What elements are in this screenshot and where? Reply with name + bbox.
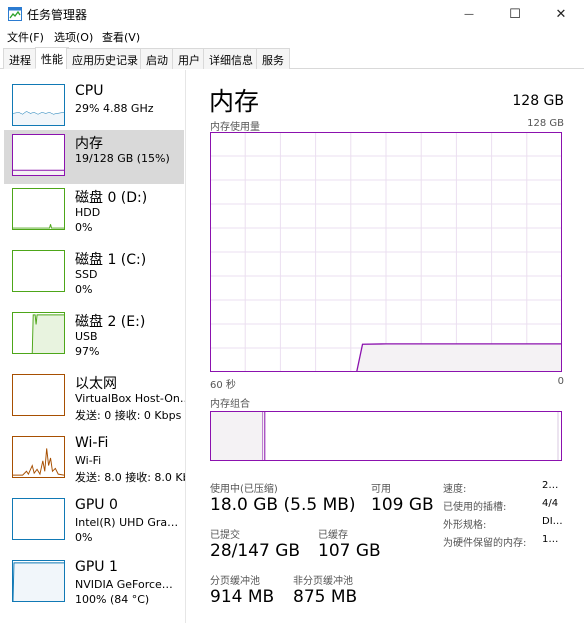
wifi-thumbnail [12,436,65,478]
available-label: 可用 [371,484,391,495]
close-button[interactable]: ✕ [538,0,584,28]
sidebar-item-disk-0[interactable]: 磁盘 0 (D:) HDD 0% [4,184,184,238]
sidebar-item-title: Wi-Fi [75,435,109,451]
paged-pool-value: 914 MB [210,587,275,607]
cached-value: 107 GB [318,541,381,561]
close-icon: ✕ [555,6,567,22]
tab-users[interactable]: 用户 [172,48,206,69]
maximize-icon: ☐ [509,6,521,22]
menu-options[interactable]: 选项(O) [54,29,93,45]
sidebar-item-subtitle: Intel(R) UHD Gra… [75,516,179,529]
tab-strip: 进程 性能 应用历史记录 启动 用户 详细信息 服务 [0,47,584,69]
nonpaged-pool-value: 875 MB [293,587,358,607]
resource-sidebar: CPU 29% 4.88 GHz 内存 19/128 GB (15%) 磁盘 0… [0,70,186,623]
memory-thumbnail [12,134,65,176]
sidebar-item-title: GPU 1 [75,559,118,575]
sidebar-item-value: 97% [75,345,100,358]
committed-label: 已提交 [210,530,240,541]
sidebar-item-subtitle: HDD [75,206,101,219]
in-use-value: 18.0 GB (5.5 MB) [210,495,356,515]
window-title: 任务管理器 [27,8,88,22]
sidebar-item-disk-1[interactable]: 磁盘 1 (C:) SSD 0% [4,246,184,300]
tab-processes[interactable]: 进程 [3,48,37,69]
sidebar-item-memory[interactable]: 内存 19/128 GB (15%) [4,130,184,184]
disk-0-thumbnail [12,188,65,230]
form-factor-value: DI… [542,516,563,527]
committed-value: 28/147 GB [210,541,301,561]
speed-label: 速度: [443,484,467,495]
disk-1-thumbnail [12,250,65,292]
gpu-0-thumbnail [12,498,65,540]
sidebar-item-value: 发送: 8.0 接收: 8.0 Kbps [75,471,185,484]
minimize-icon: — [464,8,474,20]
minimize-button[interactable]: — [446,0,492,28]
gpu-1-thumbnail [12,560,65,602]
speed-value: 2… [542,480,559,491]
menu-file[interactable]: 文件(F) [7,29,44,45]
sidebar-item-wifi[interactable]: Wi-Fi Wi-Fi 发送: 8.0 接收: 8.0 Kbps [4,432,185,486]
sidebar-item-subtitle: USB [75,330,98,343]
memory-usage-chart [210,132,562,372]
sidebar-item-subtitle: Wi-Fi [75,454,102,467]
composition-in-use [210,411,263,461]
page-title: 内存 [209,87,260,116]
composition-label: 内存组合 [210,399,250,410]
task-manager-icon [8,7,22,21]
available-value: 109 GB [371,495,434,515]
sidebar-item-title: 磁盘 0 (D:) [75,190,148,206]
memory-composition-bar [210,411,562,461]
chart-max-label: 128 GB [527,118,564,129]
sidebar-item-title: 磁盘 2 (E:) [75,314,146,330]
menu-bar: 文件(F) 选项(O) 查看(V) [0,28,584,46]
sidebar-item-title: 以太网 [75,376,117,392]
cached-label: 已缓存 [318,530,348,541]
tab-performance[interactable]: 性能 [35,47,69,69]
in-use-label: 使用中(已压缩) [210,484,278,495]
axis-label-right: 0 [557,376,564,387]
sidebar-item-title: 内存 [75,136,103,152]
axis-label-left: 60 秒 [210,380,236,391]
sidebar-item-value: 发送: 0 接收: 0 Kbps [75,409,182,422]
cpu-thumbnail [12,84,65,126]
nonpaged-pool-label: 非分页缓冲池 [293,576,353,587]
sidebar-item-subtitle: SSD [75,268,98,281]
sidebar-item-value: 0% [75,531,93,544]
sidebar-item-title: CPU [75,83,104,99]
form-factor-label: 外形规格: [443,520,487,531]
sidebar-item-subtitle: 19/128 GB (15%) [75,152,170,165]
disk-2-thumbnail [12,312,65,354]
sidebar-item-subtitle: NVIDIA GeForce… [75,578,173,591]
paged-pool-label: 分页缓冲池 [210,576,260,587]
slots-used-value: 4/4 [542,498,559,509]
tab-startup[interactable]: 启动 [140,48,174,69]
tab-app-history[interactable]: 应用历史记录 [66,48,144,69]
hardware-reserved-value: 1… [542,534,559,545]
sidebar-item-gpu-0[interactable]: GPU 0 Intel(R) UHD Gra… 0% [4,494,184,548]
sidebar-item-title: 磁盘 1 (C:) [75,252,147,268]
sidebar-item-value: 0% [75,221,93,234]
sidebar-item-subtitle: VirtualBox Host-On… [75,392,186,405]
memory-detail-panel: 内存 128 GB 内存使用量 128 GB 60 秒 0 内存组合 使用中(已… [188,70,584,623]
title-bar: 任务管理器 — ☐ ✕ [0,0,584,28]
chart-label: 内存使用量 [210,122,260,133]
sidebar-item-ethernet[interactable]: 以太网 VirtualBox Host-On… 发送: 0 接收: 0 Kbps [4,370,186,424]
tab-services[interactable]: 服务 [256,48,290,69]
tab-details[interactable]: 详细信息 [203,48,259,69]
hardware-reserved-label: 为硬件保留的内存: [443,538,527,549]
sidebar-item-title: GPU 0 [75,497,118,513]
menu-view[interactable]: 查看(V) [102,29,140,45]
sidebar-item-subtitle: 29% 4.88 GHz [75,102,154,115]
slots-used-label: 已使用的插槽: [443,502,507,513]
sidebar-item-value: 0% [75,283,93,296]
sidebar-item-value: 100% (84 °C) [75,593,150,606]
sidebar-item-gpu-1[interactable]: GPU 1 NVIDIA GeForce… 100% (84 °C) [4,556,184,610]
sidebar-item-cpu[interactable]: CPU 29% 4.88 GHz [4,80,184,134]
sidebar-item-disk-2[interactable]: 磁盘 2 (E:) USB 97% [4,308,184,362]
maximize-button[interactable]: ☐ [492,0,538,28]
total-memory: 128 GB [512,93,564,109]
ethernet-thumbnail [12,374,65,416]
